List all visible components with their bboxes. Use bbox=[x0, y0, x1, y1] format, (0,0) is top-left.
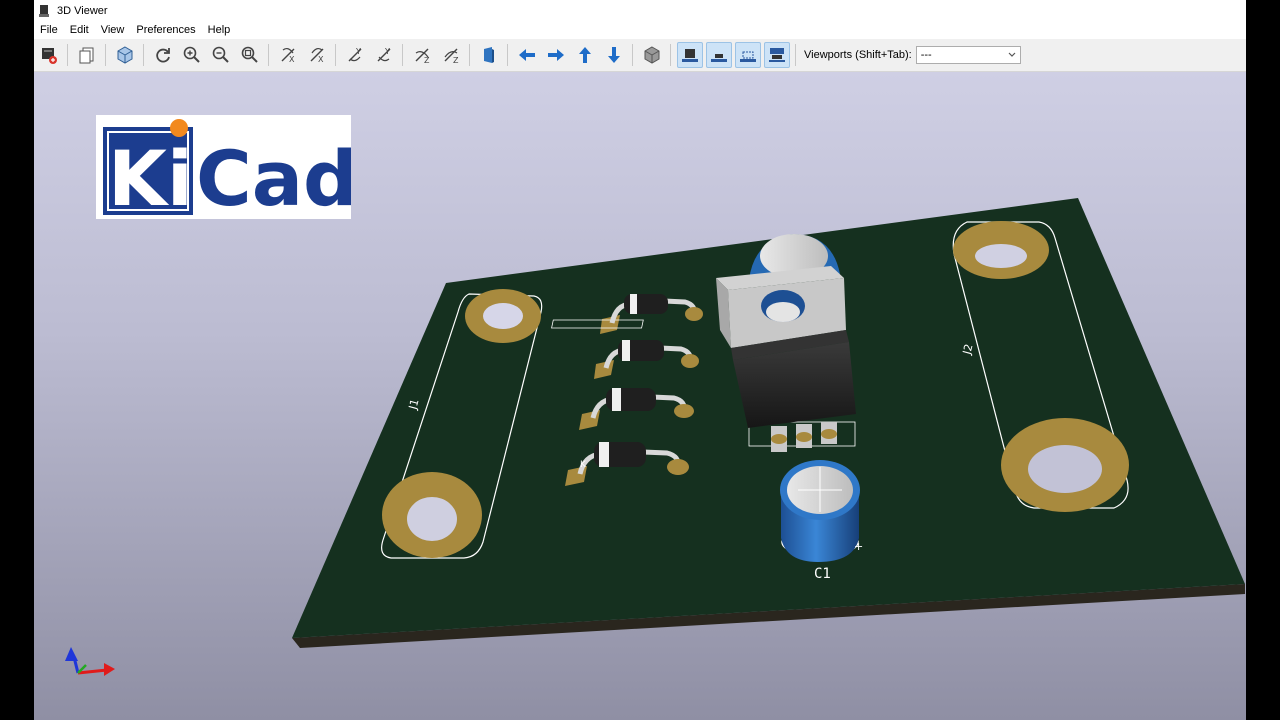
svg-text:X: X bbox=[318, 55, 324, 64]
3d-view-button[interactable] bbox=[112, 42, 138, 68]
rotate-z-ccw-icon: Z bbox=[444, 48, 459, 65]
rotate-x-ccw-icon: X bbox=[310, 47, 324, 64]
axis-gizmo bbox=[65, 647, 115, 676]
viewports-select-value: --- bbox=[920, 49, 932, 61]
show-not-in-posfile-button[interactable] bbox=[763, 42, 790, 68]
app-icon bbox=[39, 4, 49, 17]
viewer-window: 3D Viewer File Edit View Preferences Hel… bbox=[34, 0, 1246, 720]
svg-text:Z: Z bbox=[424, 56, 430, 65]
show-smd-icon bbox=[710, 54, 727, 62]
rotate-x-cw-button[interactable]: X bbox=[275, 42, 301, 68]
zoom-out-button[interactable] bbox=[208, 42, 234, 68]
rotate-z-cw-icon: Z bbox=[415, 48, 430, 65]
show-tht-icon bbox=[681, 49, 698, 62]
toolbar-separator bbox=[143, 44, 144, 66]
reload-icon bbox=[155, 48, 170, 63]
zoom-fit-button[interactable] bbox=[237, 42, 263, 68]
show-not-in-posfile-icon bbox=[768, 48, 785, 62]
menu-view[interactable]: View bbox=[95, 21, 131, 39]
rotate-z-ccw-button[interactable]: Z bbox=[438, 42, 464, 68]
pan-left-button[interactable] bbox=[514, 42, 540, 68]
j1-hole-top bbox=[483, 303, 523, 329]
c1-ref-label: C1 bbox=[814, 566, 831, 582]
reload-button[interactable] bbox=[150, 42, 176, 68]
rotate-y-cw-button[interactable]: Y bbox=[342, 42, 368, 68]
toolbar-separator bbox=[632, 44, 633, 66]
copy-icon bbox=[79, 47, 93, 64]
menu-help[interactable]: Help bbox=[202, 21, 237, 39]
rotate-y-cw-icon: Y bbox=[348, 47, 361, 62]
orthographic-button[interactable] bbox=[639, 42, 665, 68]
toolbar-separator bbox=[507, 44, 508, 66]
menu-preferences[interactable]: Preferences bbox=[130, 21, 201, 39]
svg-text:Y: Y bbox=[384, 47, 390, 56]
show-smd-button[interactable] bbox=[705, 42, 732, 68]
toolbar: X X Y Y Z Z Viewports (Shift+Tab): --- bbox=[34, 39, 1246, 72]
toolbar-separator bbox=[670, 44, 671, 66]
pan-left-icon bbox=[518, 49, 535, 61]
rotate-y-ccw-button[interactable]: Y bbox=[371, 42, 397, 68]
export-image-icon bbox=[41, 48, 57, 64]
rotate-x-cw-icon: X bbox=[281, 47, 295, 64]
toolbar-separator bbox=[469, 44, 470, 66]
zoom-in-icon bbox=[183, 46, 200, 63]
left-letterbox bbox=[0, 0, 34, 720]
c1-polarity-label: + bbox=[854, 540, 863, 553]
toolbar-separator bbox=[795, 44, 796, 66]
show-virtual-button[interactable] bbox=[734, 42, 761, 68]
svg-text:X: X bbox=[289, 55, 295, 64]
pan-right-icon bbox=[547, 49, 564, 61]
3d-box-icon bbox=[117, 46, 132, 64]
orthographic-icon bbox=[644, 46, 659, 64]
title-bar: 3D Viewer bbox=[34, 0, 1246, 21]
j2-hole-bottom bbox=[1028, 445, 1102, 493]
viewports-label: Viewports (Shift+Tab): bbox=[804, 49, 912, 61]
pan-up-icon bbox=[578, 47, 591, 63]
3d-viewport[interactable]: Ki Cad J1 J2 K C1 + bbox=[34, 72, 1246, 720]
svg-text:Y: Y bbox=[355, 47, 361, 56]
j1-hole-bottom bbox=[407, 497, 457, 541]
pan-down-icon bbox=[607, 47, 620, 63]
svg-text:Z: Z bbox=[453, 56, 459, 65]
toolbar-separator bbox=[268, 44, 269, 66]
menu-bar: File Edit View Preferences Help bbox=[34, 21, 1246, 39]
pcb-3d-render: J1 J2 K C1 + bbox=[65, 198, 1245, 676]
chevron-down-icon bbox=[1008, 52, 1016, 57]
right-letterbox bbox=[1246, 0, 1280, 720]
zoom-in-button[interactable] bbox=[179, 42, 205, 68]
menu-file[interactable]: File bbox=[34, 21, 64, 39]
pan-right-button[interactable] bbox=[543, 42, 569, 68]
flip-board-button[interactable] bbox=[476, 42, 502, 68]
show-virtual-icon bbox=[739, 51, 756, 62]
flip-board-icon bbox=[483, 47, 494, 63]
export-image-button[interactable] bbox=[36, 42, 62, 68]
toolbar-separator bbox=[402, 44, 403, 66]
show-tht-button[interactable] bbox=[676, 42, 703, 68]
viewports-select[interactable]: --- bbox=[915, 46, 1021, 64]
zoom-out-icon bbox=[212, 46, 229, 63]
zoom-fit-icon bbox=[241, 46, 258, 63]
window-title: 3D Viewer bbox=[57, 4, 108, 17]
toolbar-separator bbox=[105, 44, 106, 66]
rotate-x-ccw-button[interactable]: X bbox=[304, 42, 330, 68]
menu-edit[interactable]: Edit bbox=[64, 21, 95, 39]
pan-down-button[interactable] bbox=[601, 42, 627, 68]
rotate-z-cw-button[interactable]: Z bbox=[409, 42, 435, 68]
toolbar-separator bbox=[67, 44, 68, 66]
rotate-y-ccw-icon: Y bbox=[377, 47, 390, 62]
j2-hole-top bbox=[975, 244, 1027, 268]
toolbar-separator bbox=[335, 44, 336, 66]
copy-button[interactable] bbox=[74, 42, 100, 68]
pan-up-button[interactable] bbox=[572, 42, 598, 68]
